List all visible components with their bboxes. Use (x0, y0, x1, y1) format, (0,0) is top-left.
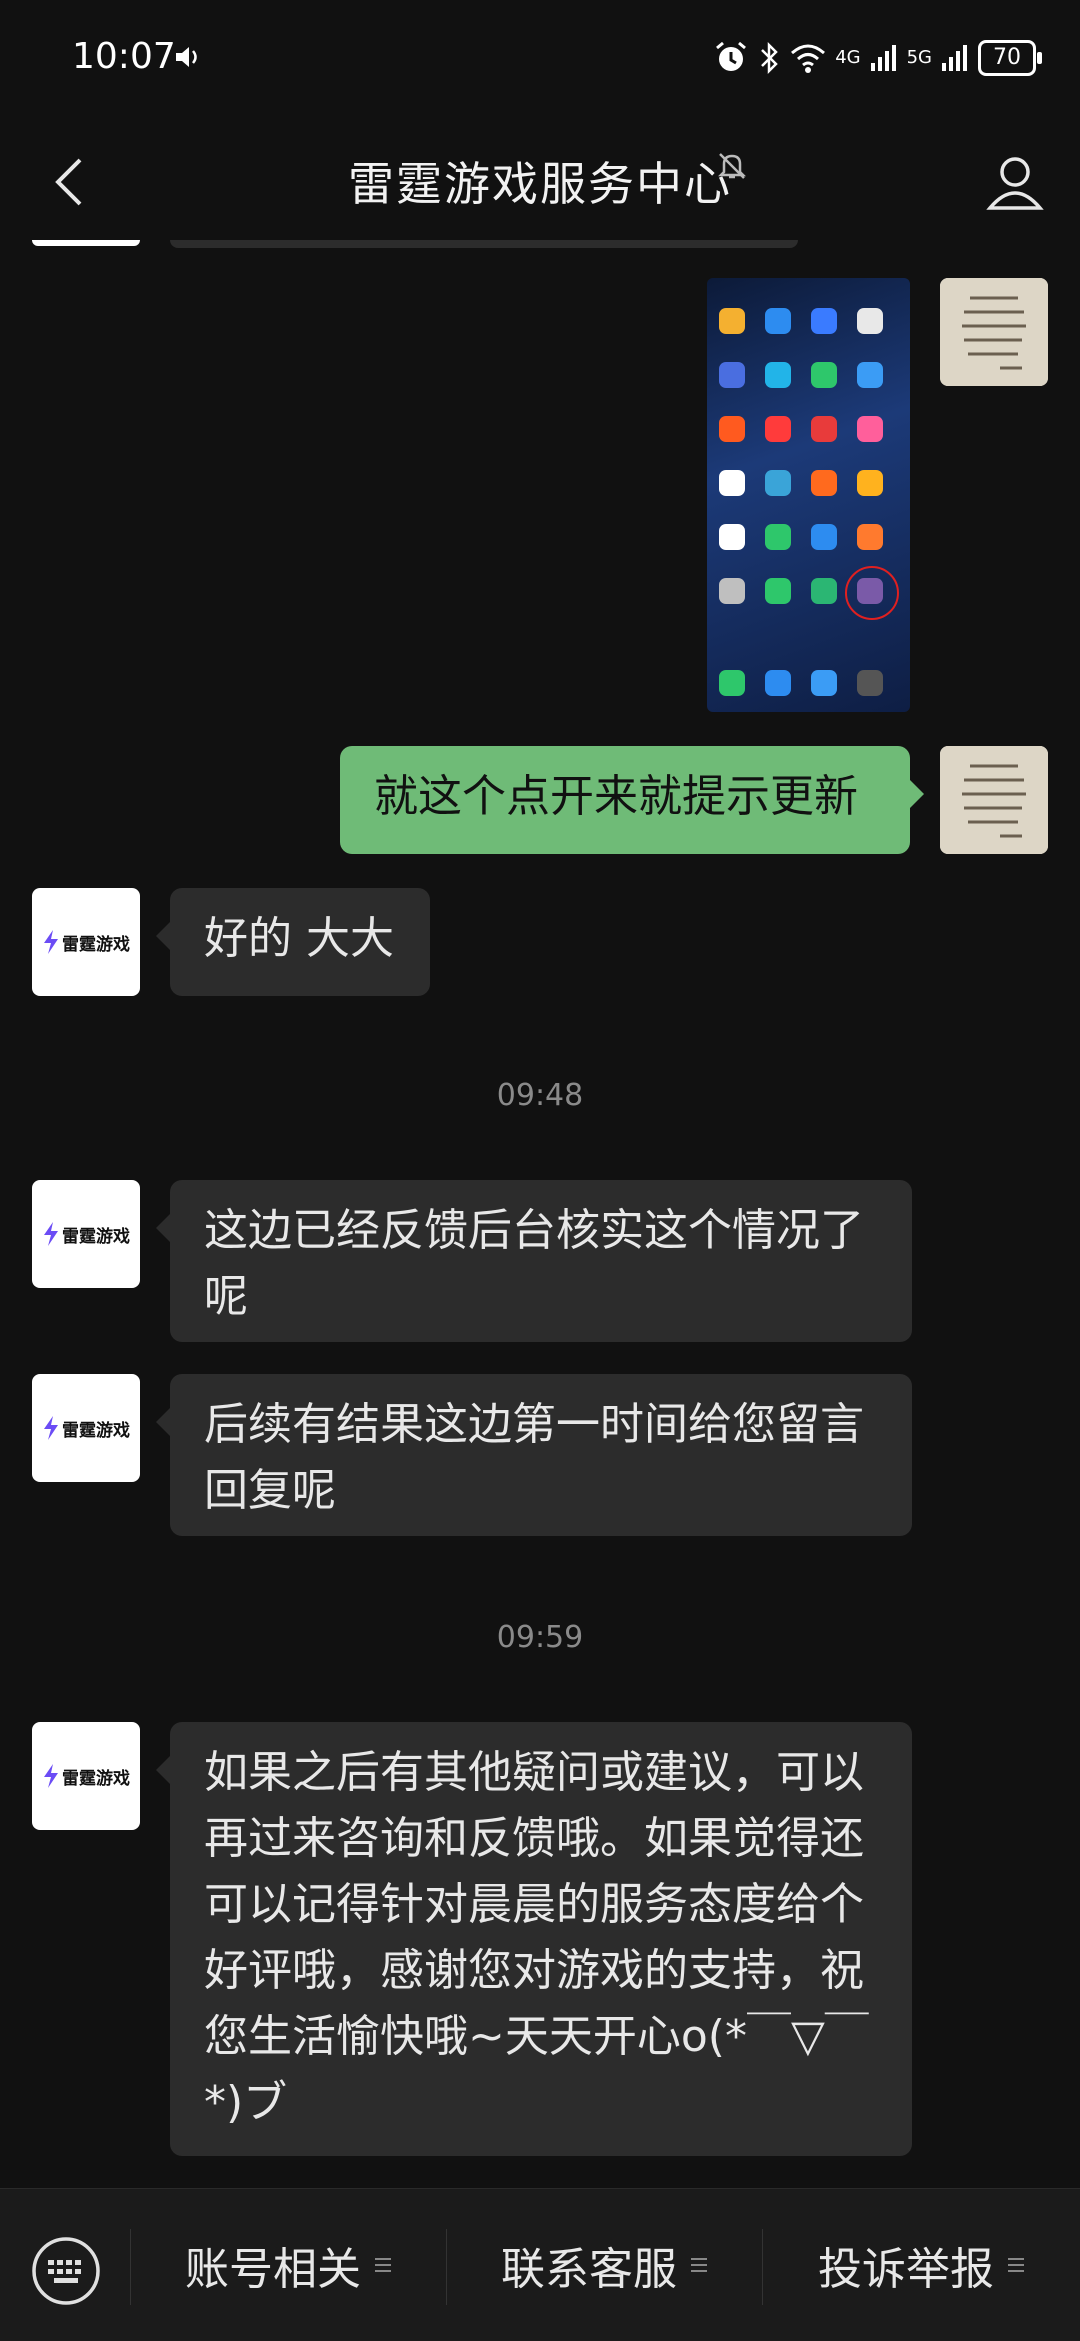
submenu-icon (1008, 2258, 1024, 2272)
submenu-icon (691, 2258, 707, 2272)
message-text: 好的 大大 (204, 913, 394, 964)
service-avatar[interactable]: 雷霆游戏 (32, 888, 140, 996)
status-icons: 4G 5G 70 (713, 38, 1042, 78)
brand-logo: 雷霆游戏 (42, 1415, 130, 1441)
keyboard-icon[interactable] (30, 2235, 102, 2307)
message-list[interactable]: 就这个点开来就提示更新 雷霆游戏 好的 大大 09:48 雷霆游戏 这边已经反馈… (0, 240, 1080, 2188)
brand-text: 雷霆游戏 (62, 1768, 130, 1789)
menu-complaint[interactable]: 投诉举报 (762, 2189, 1080, 2341)
brand-logo: 雷霆游戏 (42, 929, 130, 955)
message-text: 如果之后有其他疑问或建议，可以再过来咨询和反馈哦。如果觉得还可以记得针对晨晨的服… (204, 1747, 869, 2128)
message-bubble-incoming[interactable]: 这边已经反馈后台核实这个情况了呢 (156, 1180, 912, 1342)
timestamp: 09:59 (496, 1620, 584, 1655)
service-menu-bar: 账号相关 联系客服 投诉举报 (0, 2188, 1080, 2341)
chat-header: 雷霆游戏服务中心 (0, 120, 1080, 245)
profile-icon[interactable] (980, 142, 1050, 222)
lightning-icon (44, 930, 58, 954)
brand-logo: 雷霆游戏 (42, 1221, 130, 1247)
user-avatar[interactable] (940, 746, 1048, 854)
message-bubble-incoming[interactable]: 好的 大大 (156, 888, 430, 996)
lightning-icon (44, 1416, 58, 1440)
message-text: 就这个点开来就提示更新 (374, 771, 858, 822)
wifi-icon (791, 44, 826, 73)
network-label-2: 5G (906, 47, 932, 68)
message-bubble-incoming[interactable]: 后续有结果这边第一时间给您留言回复呢 (156, 1374, 912, 1536)
brand-text: 雷霆游戏 (62, 1226, 130, 1247)
service-avatar[interactable]: 雷霆游戏 (32, 1722, 140, 1830)
menu-account-label: 账号相关 (185, 2244, 361, 2295)
image-message[interactable] (707, 278, 910, 712)
signal-icon-2 (942, 45, 967, 71)
handwriting-avatar-image (940, 746, 1048, 854)
brand-text: 雷霆游戏 (62, 1420, 130, 1441)
network-label-1: 4G (835, 47, 861, 68)
brand-text: 雷霆游戏 (62, 934, 130, 955)
menu-complaint-label: 投诉举报 (818, 2244, 994, 2295)
brand-logo: 雷霆游戏 (42, 1763, 130, 1789)
message-bubble-outgoing[interactable]: 就这个点开来就提示更新 (340, 746, 924, 854)
signal-icon (870, 45, 896, 71)
partial-avatar (32, 240, 140, 246)
lightning-icon (44, 1764, 58, 1788)
menu-account[interactable]: 账号相关 (130, 2189, 446, 2341)
service-avatar[interactable]: 雷霆游戏 (32, 1374, 140, 1482)
submenu-icon (375, 2258, 391, 2272)
chat-title: 雷霆游戏服务中心 (348, 157, 732, 211)
timestamp: 09:48 (496, 1078, 584, 1113)
alarm-icon (716, 41, 747, 71)
user-avatar[interactable] (940, 278, 1048, 386)
menu-contact-service[interactable]: 联系客服 (446, 2189, 762, 2341)
bluetooth-icon (761, 41, 778, 75)
battery-indicator: 70 (978, 40, 1042, 76)
mute-bell-icon (717, 153, 747, 179)
message-bubble-incoming[interactable]: 如果之后有其他疑问或建议，可以再过来咨询和反馈哦。如果觉得还可以记得针对晨晨的服… (156, 1722, 912, 2156)
lightning-icon (44, 1222, 58, 1246)
menu-contact-service-label: 联系客服 (501, 2244, 677, 2295)
volume-icon (176, 47, 197, 67)
partial-message (170, 240, 798, 248)
status-bar: 10:07 4G 5G 70 (0, 0, 1080, 120)
service-avatar[interactable]: 雷霆游戏 (32, 1180, 140, 1288)
status-time: 10:07 (72, 36, 176, 77)
handwriting-avatar-image (940, 278, 1048, 386)
message-text: 后续有结果这边第一时间给您留言回复呢 (204, 1399, 864, 1516)
message-text: 这边已经反馈后台核实这个情况了呢 (204, 1205, 864, 1322)
